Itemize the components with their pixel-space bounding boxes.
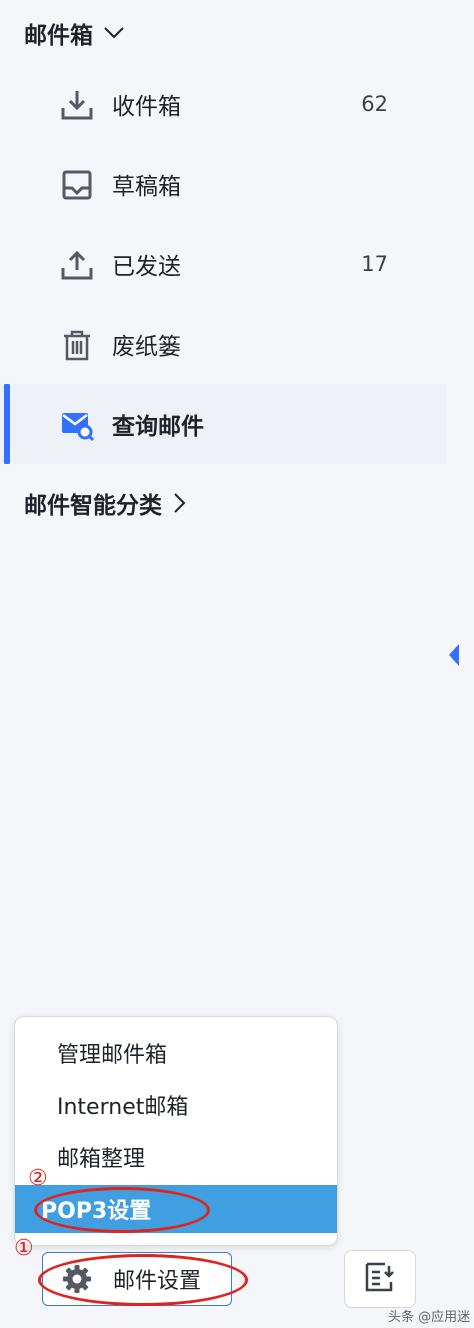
menu-item-organize-mailbox[interactable]: 邮箱整理 xyxy=(15,1133,337,1181)
nav-item-query-mail[interactable]: 查询邮件 xyxy=(0,384,446,464)
sent-upload-icon xyxy=(60,248,94,282)
watermark: 头条 @应用迷 xyxy=(388,1310,471,1325)
annotation-ring-settings xyxy=(38,1254,248,1306)
menu-item-manage-mailboxes[interactable]: 管理邮件箱 xyxy=(15,1029,337,1077)
chevron-down-icon xyxy=(103,26,125,40)
nav-item-label: 收件箱 xyxy=(112,94,181,120)
collapse-sidebar-icon[interactable] xyxy=(449,644,459,666)
nav-item-label: 已发送 xyxy=(112,254,181,280)
active-indicator xyxy=(4,384,10,464)
menu-item-internet-mailbox[interactable]: Internet邮箱 xyxy=(15,1081,337,1129)
annotation-step-1: ① xyxy=(14,1236,34,1261)
chevron-right-icon xyxy=(172,492,186,514)
smart-category-header[interactable]: 邮件智能分类 xyxy=(24,486,186,520)
nav-item-label: 废纸篓 xyxy=(112,334,181,360)
nav-item-sent[interactable]: 已发送 17 xyxy=(0,224,446,304)
smart-category-label: 邮件智能分类 xyxy=(24,493,162,519)
annotation-ring-pop3 xyxy=(34,1187,210,1233)
drafts-tray-icon xyxy=(60,168,94,202)
mailbox-header-label: 邮件箱 xyxy=(24,23,93,49)
sent-count: 17 xyxy=(361,252,388,276)
export-icon xyxy=(363,1260,397,1298)
nav-item-drafts[interactable]: 草稿箱 xyxy=(0,144,446,224)
nav-item-label: 草稿箱 xyxy=(112,174,181,200)
trash-icon xyxy=(60,328,94,362)
nav-item-inbox[interactable]: 收件箱 62 xyxy=(0,64,446,144)
nav-item-label: 查询邮件 xyxy=(112,414,204,440)
nav-item-trash[interactable]: 废纸篓 xyxy=(0,304,446,384)
mail-search-icon xyxy=(60,408,95,442)
annotation-step-2: ② xyxy=(28,1166,48,1191)
export-button[interactable] xyxy=(344,1250,416,1308)
unread-count: 62 xyxy=(361,92,388,116)
mailbox-header[interactable]: 邮件箱 xyxy=(24,16,125,50)
inbox-download-icon xyxy=(60,88,94,122)
